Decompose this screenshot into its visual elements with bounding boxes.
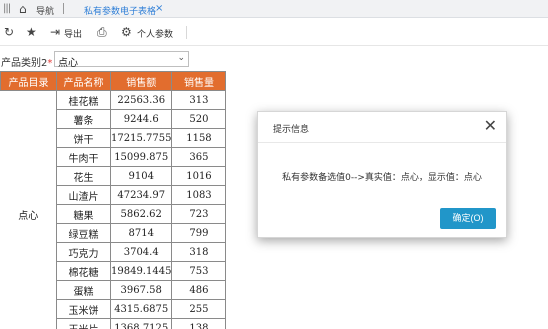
report-table: 产品目录 产品名称 销售额 销售量 点心 桂花糕 22563.36 313 薯条… — [0, 71, 227, 329]
cell-name: 绿豆糕 — [56, 223, 111, 243]
tab-divider — [63, 3, 64, 14]
cell-name: 牛肉干 — [56, 147, 111, 167]
cell-qty: 1016 — [171, 166, 227, 186]
toolbar: ↻ ★ ⇥ 导出 ⎙ ⚙ 个人参数 — [0, 19, 548, 46]
cell-sales: 3967.58 — [109, 280, 173, 300]
cell-sales: 17215.7755 — [109, 128, 173, 148]
header-quantity: 销售量 — [171, 71, 227, 91]
dialog-message: 私有参数备选值0-->真实值：点心，显示值：点心 — [282, 173, 482, 183]
tab-private-param-sheet[interactable]: 私有参数电子表格 — [84, 4, 156, 17]
export-icon[interactable]: ⇥ — [50, 25, 60, 39]
cell-sales: 4315.6875 — [109, 299, 173, 319]
refresh-icon[interactable]: ↻ — [4, 25, 14, 39]
tab-navigation[interactable]: 导航 — [36, 4, 54, 17]
cell-name: 薯条 — [56, 109, 111, 129]
home-icon[interactable]: ⌂ — [19, 2, 27, 16]
favorite-icon[interactable]: ★ — [26, 25, 37, 39]
cell-qty: 799 — [171, 223, 227, 243]
menu-grip-icon[interactable]: ||| — [3, 3, 11, 14]
alert-dialog: 提示信息 ✕ 私有参数备选值0-->真实值：点心，显示值：点心 确定(O) — [257, 111, 507, 238]
cell-qty: 255 — [171, 299, 227, 319]
cell-name: 饼干 — [56, 128, 111, 148]
chevron-down-icon[interactable]: ⌄ — [177, 53, 185, 63]
toolbar-divider — [186, 26, 187, 39]
cell-sales: 3704.4 — [109, 242, 173, 262]
cell-qty: 1083 — [171, 185, 227, 205]
cell-name: 玉米片 — [56, 318, 111, 329]
cell-qty: 723 — [171, 204, 227, 224]
export-button[interactable]: 导出 — [64, 27, 82, 40]
required-mark: * — [47, 58, 53, 69]
cell-sales: 9104 — [109, 166, 173, 186]
print-icon[interactable]: ⎙ — [97, 25, 107, 39]
header-product-name: 产品名称 — [56, 71, 111, 91]
close-icon[interactable]: ✕ — [484, 117, 497, 135]
cell-name: 花生 — [56, 166, 111, 186]
cell-qty: 318 — [171, 242, 227, 262]
table-row: 点心 桂花糕 22563.36 313 — [0, 90, 227, 329]
select-value: 点心 — [58, 58, 78, 69]
dialog-title: 提示信息 — [273, 125, 310, 135]
product-category-select[interactable]: 点心 ⌄ — [54, 51, 189, 69]
cell-sales: 8714 — [109, 223, 173, 243]
cell-qty: 753 — [171, 261, 227, 281]
cell-qty: 486 — [171, 280, 227, 300]
cell-sales: 15099.875 — [109, 147, 173, 167]
filter-label: 产品类别2* — [1, 54, 52, 69]
header-category: 产品目录 — [0, 71, 57, 91]
cell-name: 糖果 — [56, 204, 111, 224]
cell-name: 玉米饼 — [56, 299, 111, 319]
ok-button[interactable]: 确定(O) — [440, 208, 496, 229]
cell-name: 棉花糖 — [56, 261, 111, 281]
cell-qty: 138 — [171, 318, 227, 329]
cell-sales: 47234.97 — [109, 185, 173, 205]
cell-name: 桂花糕 — [56, 90, 111, 110]
header-sales: 销售额 — [109, 71, 173, 91]
tab-bar: ||| ⌂ 导航 私有参数电子表格 × — [0, 0, 548, 18]
cell-sales: 9244.6 — [109, 109, 173, 129]
cell-qty: 1158 — [171, 128, 227, 148]
cell-qty: 313 — [171, 90, 227, 110]
cell-name: 蛋糕 — [56, 280, 111, 300]
cell-sales: 19849.1445 — [109, 261, 173, 281]
user-params-icon[interactable]: ⚙ — [121, 25, 132, 39]
cell-sales: 1368.7125 — [109, 318, 173, 329]
cell-sales: 22563.36 — [109, 90, 173, 110]
cell-sales: 5862.62 — [109, 204, 173, 224]
category-cell: 点心 — [0, 90, 57, 329]
cell-name: 山渣片 — [56, 185, 111, 205]
user-params-button[interactable]: 个人参数 — [137, 27, 173, 40]
cell-name: 巧克力 — [56, 242, 111, 262]
cell-qty: 520 — [171, 109, 227, 129]
filter-label-text: 产品类别2 — [1, 58, 48, 69]
dialog-header: 提示信息 ✕ — [258, 112, 506, 143]
header-row: 产品目录 产品名称 销售额 销售量 — [0, 71, 227, 91]
cell-qty: 365 — [171, 147, 227, 167]
tab-close-icon[interactable]: × — [155, 3, 163, 14]
